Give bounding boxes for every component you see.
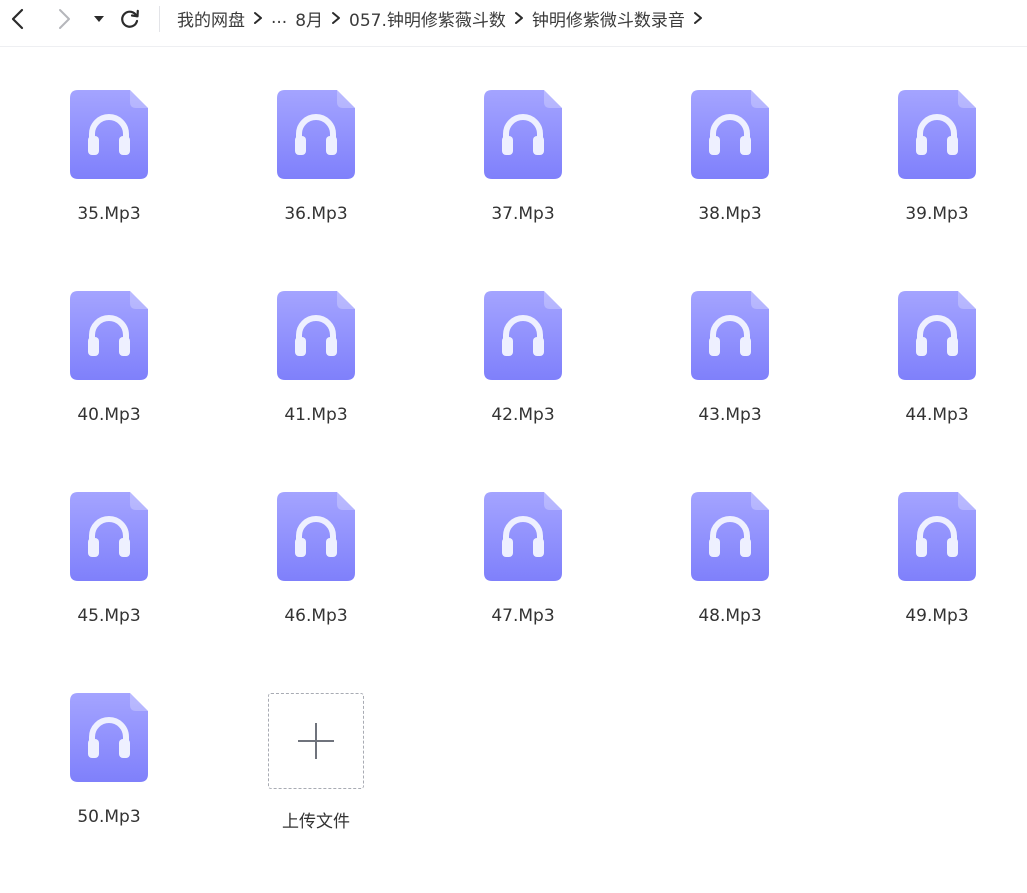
refresh-icon xyxy=(121,9,139,28)
chevron-right-icon[interactable] xyxy=(685,0,711,36)
toolbar: 我的网盘 ... 8月 057.钟明修紫薇斗数 钟明修紫微斗数录音 xyxy=(0,0,1027,47)
file-name: 47.Mp3 xyxy=(491,606,555,626)
history-dropdown-button[interactable] xyxy=(88,0,110,38)
audio-file-icon xyxy=(898,291,976,380)
audio-file-icon xyxy=(898,90,976,179)
file-item[interactable]: 46.Mp3 xyxy=(207,492,414,692)
refresh-button[interactable] xyxy=(116,0,144,38)
breadcrumb-item-root[interactable]: 我的网盘 xyxy=(177,6,245,31)
file-item[interactable]: 39.Mp3 xyxy=(828,90,1027,290)
file-name: 40.Mp3 xyxy=(77,405,141,425)
plus-icon xyxy=(298,723,334,759)
breadcrumb: 我的网盘 ... 8月 057.钟明修紫薇斗数 钟明修紫微斗数录音 xyxy=(177,0,711,36)
audio-file-icon xyxy=(277,90,355,179)
audio-file-icon xyxy=(70,90,148,179)
audio-file-icon xyxy=(691,90,769,179)
file-item[interactable]: 47.Mp3 xyxy=(414,492,621,692)
file-item[interactable]: 38.Mp3 xyxy=(621,90,828,290)
toolbar-divider xyxy=(159,6,160,32)
back-button[interactable] xyxy=(4,0,32,38)
upload-file-button[interactable]: 上传文件 xyxy=(268,693,475,893)
file-name: 46.Mp3 xyxy=(284,606,348,626)
caret-down-icon xyxy=(94,16,104,22)
file-name: 50.Mp3 xyxy=(77,807,141,827)
file-name: 43.Mp3 xyxy=(698,405,762,425)
file-name: 44.Mp3 xyxy=(905,405,969,425)
file-item[interactable]: 42.Mp3 xyxy=(414,291,621,491)
file-name: 36.Mp3 xyxy=(284,204,348,224)
file-item[interactable]: 36.Mp3 xyxy=(207,90,414,290)
breadcrumb-item-course[interactable]: 057.钟明修紫薇斗数 xyxy=(349,6,506,31)
file-item[interactable]: 48.Mp3 xyxy=(621,492,828,692)
file-item[interactable]: 50.Mp3 xyxy=(0,693,207,893)
audio-file-icon xyxy=(277,291,355,380)
breadcrumb-item-ellipsis[interactable]: ... xyxy=(271,8,287,28)
file-item[interactable]: 44.Mp3 xyxy=(828,291,1027,491)
audio-file-icon xyxy=(484,291,562,380)
file-item[interactable]: 49.Mp3 xyxy=(828,492,1027,692)
file-item[interactable]: 43.Mp3 xyxy=(621,291,828,491)
file-name: 37.Mp3 xyxy=(491,204,555,224)
chevron-right-icon xyxy=(59,9,70,29)
file-name: 45.Mp3 xyxy=(77,606,141,626)
upload-label: 上传文件 xyxy=(282,812,350,832)
audio-file-icon xyxy=(691,492,769,581)
audio-file-icon xyxy=(484,492,562,581)
file-name: 39.Mp3 xyxy=(905,204,969,224)
file-name: 35.Mp3 xyxy=(77,204,141,224)
audio-file-icon xyxy=(70,492,148,581)
file-item[interactable]: 45.Mp3 xyxy=(0,492,207,692)
chevron-right-icon xyxy=(245,0,271,36)
chevron-right-icon xyxy=(506,0,532,36)
breadcrumb-item-current[interactable]: 钟明修紫微斗数录音 xyxy=(532,6,685,31)
audio-file-icon xyxy=(484,90,562,179)
audio-file-icon xyxy=(691,291,769,380)
forward-button[interactable] xyxy=(50,0,78,38)
file-name: 41.Mp3 xyxy=(284,405,348,425)
file-item[interactable]: 37.Mp3 xyxy=(414,90,621,290)
file-name: 42.Mp3 xyxy=(491,405,555,425)
chevron-right-icon xyxy=(323,0,349,36)
file-item[interactable]: 41.Mp3 xyxy=(207,291,414,491)
audio-file-icon xyxy=(898,492,976,581)
file-name: 48.Mp3 xyxy=(698,606,762,626)
audio-file-icon xyxy=(70,693,148,782)
chevron-left-icon xyxy=(11,8,24,30)
upload-dropzone[interactable] xyxy=(268,693,364,789)
file-name: 38.Mp3 xyxy=(698,204,762,224)
file-item[interactable]: 35.Mp3 xyxy=(0,90,207,290)
file-item[interactable]: 40.Mp3 xyxy=(0,291,207,491)
audio-file-icon xyxy=(277,492,355,581)
breadcrumb-item-month[interactable]: 8月 xyxy=(295,6,323,31)
file-name: 49.Mp3 xyxy=(905,606,969,626)
audio-file-icon xyxy=(70,291,148,380)
